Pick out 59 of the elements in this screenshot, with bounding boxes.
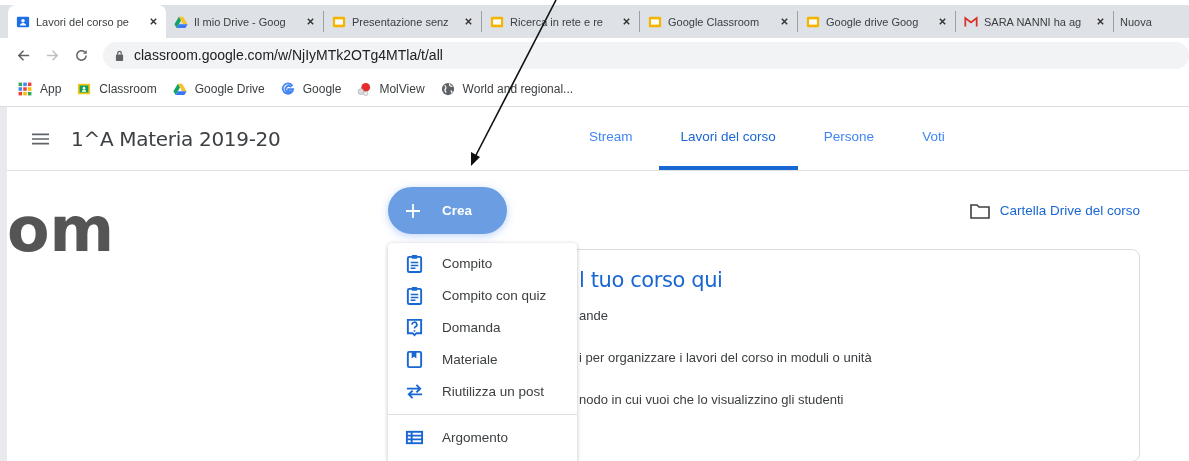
browser-tab[interactable]: Google drive Goog [798, 11, 956, 32]
folder-icon [969, 202, 990, 219]
triangle-icon [172, 82, 187, 96]
clipboard-icon [405, 285, 424, 305]
close-icon[interactable] [1096, 17, 1105, 26]
menu-item[interactable]: Materiale [388, 343, 577, 375]
browser-tab[interactable]: SARA NANNI ha ag [956, 11, 1114, 32]
card-text: ande [579, 308, 609, 325]
drive-folder-link[interactable]: Cartella Drive del corso [969, 202, 1140, 219]
globe-icon [440, 82, 455, 96]
browser-tab[interactable]: Nuova [1114, 11, 1156, 32]
triangle-icon [174, 14, 188, 29]
slide-icon [806, 14, 820, 29]
bookmark[interactable]: App [18, 82, 62, 96]
bookmark[interactable]: MolView [357, 82, 425, 96]
plus-icon [406, 203, 420, 218]
person-icon [77, 82, 92, 96]
person-icon [16, 14, 30, 29]
card-title: l tuo corso qui [579, 268, 724, 292]
bookmark-page-icon [405, 349, 424, 369]
bookmark[interactable]: Google Drive [172, 82, 265, 96]
clipboard-icon [405, 253, 424, 273]
bookmark[interactable]: Classroom [77, 82, 157, 96]
close-icon[interactable] [464, 17, 473, 26]
close-icon[interactable] [938, 17, 947, 26]
slide-icon [490, 14, 504, 29]
mail-icon [964, 14, 978, 29]
question-icon [405, 317, 424, 337]
spheres-icon [357, 82, 372, 96]
nav-tab[interactable]: Stream [567, 107, 655, 170]
menu-item[interactable]: Compito con quiz [388, 279, 577, 311]
g-logo-icon [280, 82, 295, 96]
card-text: nodo in cui vuoi che lo visualizzino gli studenti [579, 392, 845, 409]
close-icon[interactable] [622, 17, 631, 26]
bookmark[interactable]: Google [280, 82, 342, 96]
close-icon[interactable] [780, 17, 789, 26]
grid-icon [18, 82, 32, 96]
browser-tab[interactable]: Il mio Drive - Goog [166, 11, 324, 32]
address-bar[interactable]: classroom.google.com/w/NjIyMTk2OTg4MTla/t/all [103, 41, 1189, 69]
close-icon[interactable] [149, 17, 158, 26]
reload-icon[interactable] [74, 47, 89, 63]
close-icon[interactable] [306, 17, 315, 26]
card-text: i per organizzare i lavori del corso in moduli o unità [579, 350, 873, 367]
menu-item[interactable]: Domanda [388, 311, 577, 343]
nav-tab[interactable]: Persone [801, 107, 897, 170]
nav-tab[interactable]: Voti [900, 107, 967, 170]
course-title: 1^A Materia 2019-20 [71, 126, 281, 151]
lock-icon [115, 49, 124, 61]
slide-icon [332, 14, 346, 29]
nav-tab[interactable]: Lavori del corso [658, 107, 798, 170]
browser-tab[interactable]: Google Classroom [640, 11, 798, 32]
menu-item[interactable]: Riutilizza un post [388, 375, 577, 407]
browser-tab[interactable]: Presentazione senz [324, 11, 482, 32]
menu-item[interactable]: Compito [388, 247, 577, 279]
browser-tab[interactable]: Lavori del corso pe [8, 5, 166, 38]
menu-icon[interactable] [32, 132, 49, 145]
background-heading: om [7, 192, 116, 268]
slide-icon [648, 14, 662, 29]
menu-item[interactable]: Argomento [388, 421, 577, 453]
